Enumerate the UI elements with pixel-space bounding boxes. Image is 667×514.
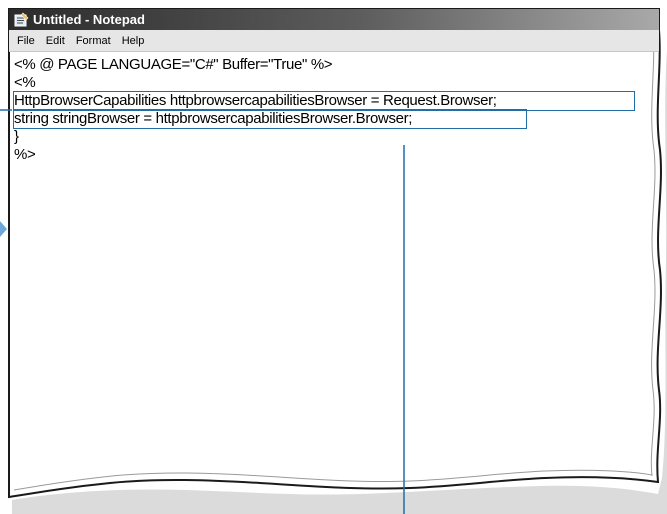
highlighted-code-line: HttpBrowserCapabilities httpbrowsercapab… — [13, 91, 635, 111]
window-title: Untitled - Notepad — [33, 12, 145, 27]
title-bar[interactable]: Untitled - Notepad — [9, 9, 659, 30]
code-line: } — [14, 128, 19, 145]
code-line: <% @ PAGE LANGUAGE="C#" Buffer="True" %> — [14, 56, 333, 73]
menu-edit[interactable]: Edit — [42, 30, 69, 52]
highlighted-code-line: string stringBrowser = httpbrowsercapabi… — [13, 109, 527, 129]
menu-file[interactable]: File — [13, 30, 39, 52]
menu-bar: File Edit Format Help — [9, 30, 659, 52]
code-line: <% — [14, 74, 36, 91]
menu-format[interactable]: Format — [72, 30, 115, 52]
text-editor[interactable]: <% @ PAGE LANGUAGE="C#" Buffer="True" %>… — [13, 56, 644, 164]
notepad-icon — [14, 12, 29, 27]
code-line: %> — [14, 146, 36, 163]
screenshot-canvas: Untitled - Notepad File Edit Format Help… — [0, 0, 667, 514]
callout-arrow-left — [0, 221, 7, 237]
menu-help[interactable]: Help — [118, 30, 149, 52]
